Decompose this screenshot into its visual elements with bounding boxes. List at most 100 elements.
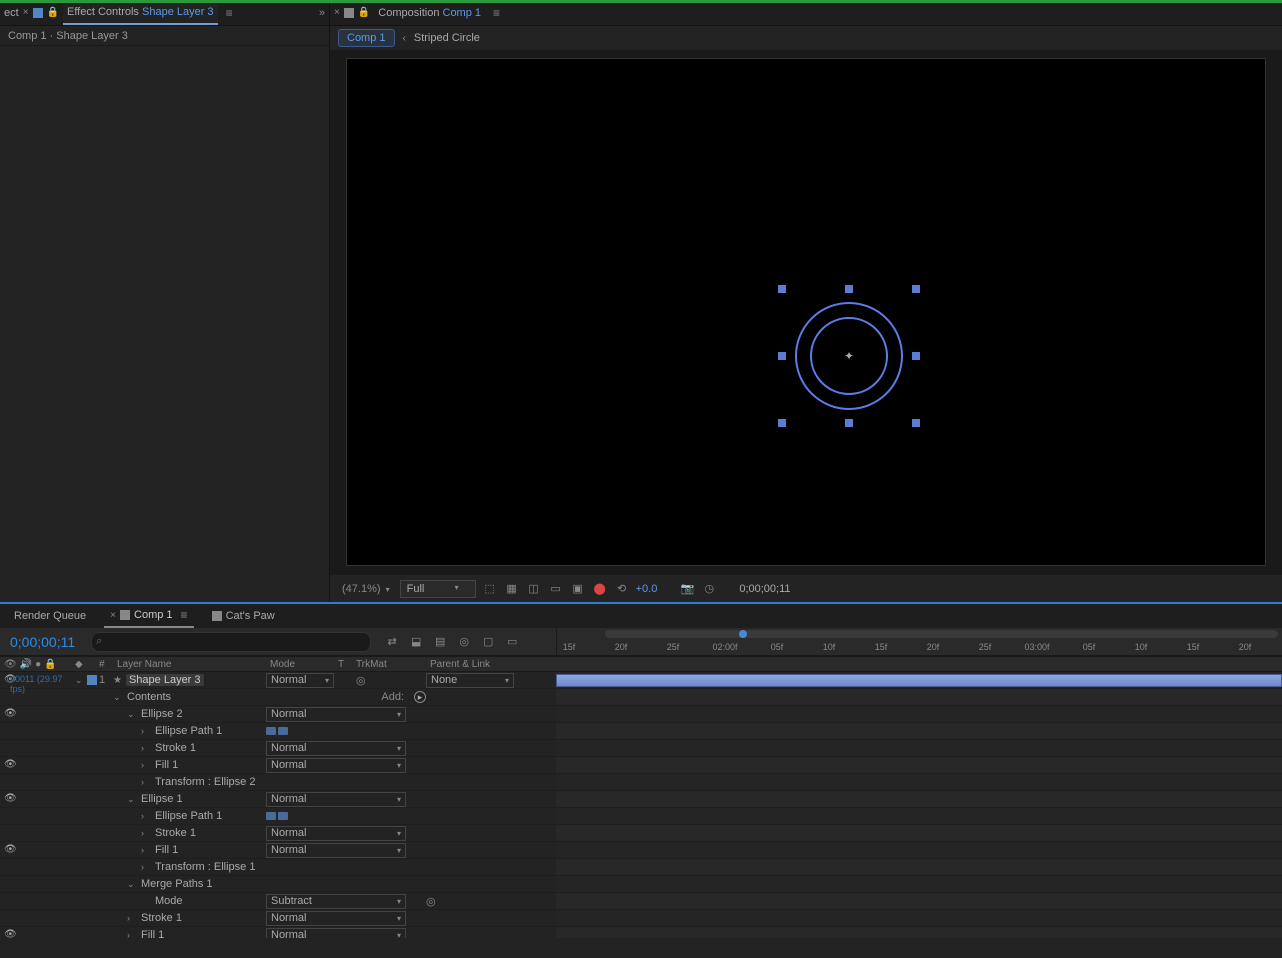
twirl-icon[interactable]: ›: [141, 760, 151, 770]
twirl-icon[interactable]: ⌄: [113, 692, 123, 703]
parent-dropdown[interactable]: None▾: [426, 673, 514, 688]
comp-nav-trail[interactable]: Striped Circle: [414, 32, 480, 44]
mode-dropdown[interactable]: Normal▾: [266, 843, 406, 858]
guides-icon[interactable]: ▣: [570, 581, 586, 597]
merge-mode-dropdown[interactable]: Subtract▾: [266, 894, 406, 909]
layer-row-transform[interactable]: ›Transform : Ellipse 1: [0, 859, 1282, 876]
twirl-icon[interactable]: ›: [127, 913, 137, 923]
solo-col-icon[interactable]: ●: [35, 659, 41, 670]
color-label[interactable]: [87, 675, 97, 685]
canvas[interactable]: ✦: [346, 58, 1266, 566]
pickwhip-icon[interactable]: ◎: [426, 895, 436, 908]
layer-row-fill[interactable]: 👁 ›Fill 1 Normal▾: [0, 927, 1282, 938]
video-col-icon[interactable]: 👁: [4, 659, 17, 670]
twirl-icon[interactable]: ›: [141, 845, 151, 855]
visibility-toggle[interactable]: 👁: [4, 708, 16, 720]
zoom-dropdown[interactable]: (47.1%) ▾: [338, 581, 394, 597]
twirl-icon[interactable]: ›: [141, 726, 151, 736]
path-icons[interactable]: [266, 812, 338, 820]
panel-menu-icon[interactable]: ≡: [226, 6, 233, 20]
anchor-icon[interactable]: ✦: [842, 349, 856, 363]
render-queue-tab[interactable]: Render Queue: [8, 604, 92, 628]
handle-bot-left[interactable]: [778, 419, 786, 427]
playhead-nav[interactable]: [739, 630, 747, 638]
layer-row-stroke[interactable]: ›Stroke 1 Normal▾: [0, 910, 1282, 927]
chevrons-icon[interactable]: »: [319, 7, 325, 19]
twirl-icon[interactable]: ›: [141, 777, 151, 787]
comp1-tab[interactable]: × Comp 1 ≡: [104, 604, 193, 628]
search-input[interactable]: ⌕: [91, 632, 371, 652]
timecode-main[interactable]: 0;00;00;11: [10, 634, 75, 650]
visibility-toggle[interactable]: 👁: [4, 929, 16, 938]
audio-col-icon[interactable]: 🔊: [20, 659, 32, 670]
show-snapshot-icon[interactable]: ◷: [701, 581, 717, 597]
layer-row-ellipse2[interactable]: 👁 ⌄Ellipse 2 Normal▾: [0, 706, 1282, 723]
refresh-icon[interactable]: ⟲: [614, 581, 630, 597]
layer-row-transform[interactable]: ›Transform : Ellipse 2: [0, 774, 1282, 791]
layer-row-ellipse-path[interactable]: ›Ellipse Path 1: [0, 808, 1282, 825]
twirl-icon[interactable]: ⌄: [127, 794, 137, 805]
mode-dropdown[interactable]: Normal▾: [266, 911, 406, 926]
layer-row-contents[interactable]: ⌄Contents Add:▸: [0, 689, 1282, 706]
mode-dropdown[interactable]: Normal▾: [266, 928, 406, 939]
comp-nav-current[interactable]: Comp 1: [338, 29, 395, 47]
layer-row-stroke[interactable]: ›Stroke 1 Normal▾: [0, 825, 1282, 842]
draft3d-icon[interactable]: ⬓: [407, 633, 425, 651]
twirl-icon[interactable]: ›: [141, 828, 151, 838]
close-tab-icon[interactable]: ×: [23, 7, 29, 18]
layer-row-main[interactable]: 👁 ⌄ 1 ★Shape Layer 3 Normal▾ ◎ None▾: [0, 672, 1282, 689]
snapshot-icon[interactable]: 📷: [679, 581, 695, 597]
canvas-area[interactable]: ✦: [330, 50, 1282, 574]
path-icons[interactable]: [266, 727, 338, 735]
close-tab-icon[interactable]: ×: [110, 610, 116, 621]
handle-bot-mid[interactable]: [845, 419, 853, 427]
resolution-dropdown[interactable]: Full ▾: [400, 580, 476, 598]
twirl-icon[interactable]: ›: [141, 862, 151, 872]
layer-row-merge-mode[interactable]: Mode Subtract▾ ◎: [0, 893, 1282, 910]
add-button[interactable]: ▸: [414, 691, 426, 703]
twirl-icon[interactable]: ›: [127, 930, 137, 938]
panel-menu-icon[interactable]: ≡: [493, 6, 500, 20]
layer-row-stroke[interactable]: ›Stroke 1 Normal▾: [0, 740, 1282, 757]
handle-top-left[interactable]: [778, 285, 786, 293]
shy-icon[interactable]: ▤: [431, 633, 449, 651]
pickwhip-icon[interactable]: ◎: [356, 674, 366, 687]
layer-row-fill[interactable]: 👁 ›Fill 1 Normal▾: [0, 757, 1282, 774]
lock-icon[interactable]: 🔒: [358, 7, 370, 18]
twirl-icon[interactable]: ›: [141, 811, 151, 821]
panel-menu-icon[interactable]: ≡: [181, 608, 188, 622]
exposure-value[interactable]: +0.0: [636, 583, 658, 595]
3d-view-icon[interactable]: ▭: [548, 581, 564, 597]
layer-row-ellipse-path[interactable]: ›Ellipse Path 1: [0, 723, 1282, 740]
timecode-display[interactable]: 0;00;00;11: [739, 583, 790, 595]
frame-blend-icon[interactable]: ◎: [455, 633, 473, 651]
lock-icon[interactable]: 🔒: [47, 7, 59, 18]
mode-dropdown[interactable]: Normal▾: [266, 707, 406, 722]
visibility-toggle[interactable]: 👁: [4, 844, 16, 856]
mode-dropdown[interactable]: Normal▾: [266, 741, 406, 756]
lock-col-icon[interactable]: 🔒: [44, 659, 56, 670]
graph-editor-icon[interactable]: ▭: [503, 633, 521, 651]
time-ruler[interactable]: 15f20f25f02:00f05f10f15f20f25f03:00f05f1…: [556, 628, 1282, 655]
mask-icon[interactable]: ◫: [526, 581, 542, 597]
handle-mid-right[interactable]: [912, 352, 920, 360]
time-navigator[interactable]: [605, 630, 1278, 638]
twirl-icon[interactable]: ⌄: [127, 879, 137, 890]
layer-bar[interactable]: [556, 674, 1282, 687]
mode-dropdown[interactable]: Normal▾: [266, 758, 406, 773]
mode-dropdown[interactable]: Normal▾: [266, 792, 406, 807]
nav-back-icon[interactable]: ‹: [403, 33, 406, 44]
comp-flowchart-icon[interactable]: ⇄: [383, 633, 401, 651]
mode-dropdown[interactable]: Normal▾: [266, 826, 406, 841]
motion-blur-icon[interactable]: ▢: [479, 633, 497, 651]
layer-row-fill[interactable]: 👁 ›Fill 1 Normal▾: [0, 842, 1282, 859]
channels-icon[interactable]: ⬤: [592, 581, 608, 597]
layer-row-ellipse1[interactable]: 👁 ⌄Ellipse 1 Normal▾: [0, 791, 1282, 808]
twirl-icon[interactable]: ⌄: [75, 675, 85, 686]
label-col-icon[interactable]: ◆: [75, 659, 83, 670]
layer-name[interactable]: Shape Layer 3: [126, 674, 204, 686]
handle-top-mid[interactable]: [845, 285, 853, 293]
handle-mid-left[interactable]: [778, 352, 786, 360]
effect-controls-tab[interactable]: Effect Controls Shape Layer 3: [63, 0, 218, 25]
visibility-toggle[interactable]: 👁: [4, 793, 16, 805]
